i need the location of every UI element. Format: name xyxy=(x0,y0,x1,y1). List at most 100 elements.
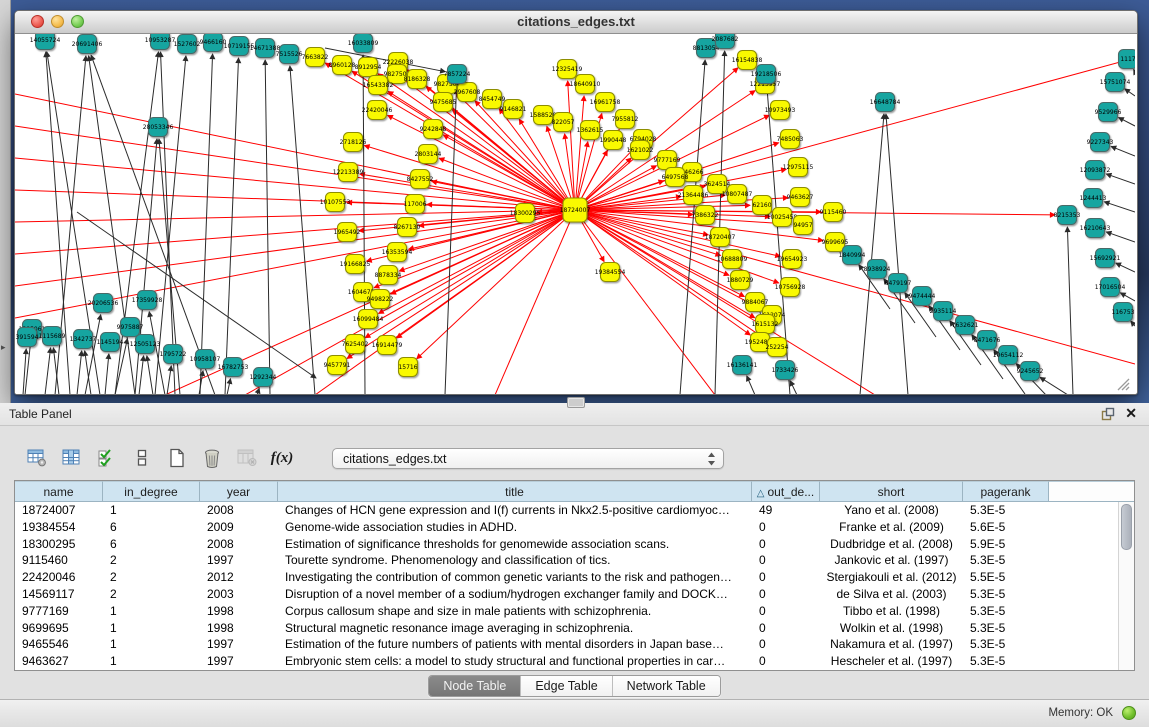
graph-node[interactable]: 10688809 xyxy=(717,250,748,269)
table-row[interactable]: 911546021997Tourette syndrome. Phenomeno… xyxy=(15,552,1134,569)
graph-node[interactable]: 8960128 xyxy=(329,56,356,75)
graph-node[interactable]: 22420046 xyxy=(362,101,393,120)
graph-node[interactable]: 10958107 xyxy=(190,350,221,369)
graph-node[interactable]: 1615132 xyxy=(752,315,779,334)
table-selector-dropdown[interactable]: citations_edges.txt xyxy=(332,448,724,469)
graph-node[interactable]: 252254 xyxy=(766,338,789,357)
new-table-icon[interactable] xyxy=(166,447,188,469)
table-scrollbar-thumb[interactable] xyxy=(1121,504,1132,550)
tab-edge-table[interactable]: Edge Table xyxy=(520,676,611,696)
graph-node[interactable]: 62160 xyxy=(752,196,771,215)
tab-network-table[interactable]: Network Table xyxy=(612,676,720,696)
graph-node[interactable]: 1292344 xyxy=(250,368,277,387)
graph-node[interactable]: 15751074 xyxy=(1100,73,1131,92)
graph-node[interactable]: 2967608 xyxy=(454,83,481,102)
table-header-row[interactable]: namein_degreeyeartitle△out_de...shortpag… xyxy=(15,481,1134,502)
column-header-out_de[interactable]: △out_de... xyxy=(752,481,820,502)
graph-node[interactable]: 16648784 xyxy=(870,93,901,112)
tab-node-table[interactable]: Node Table xyxy=(429,676,520,696)
graph-node[interactable]: 6479197 xyxy=(885,274,912,293)
graph-node[interactable]: 16210643 xyxy=(1080,219,1111,238)
graph-node[interactable]: 18720407 xyxy=(705,228,736,247)
graph-node[interactable]: 7515526 xyxy=(276,45,303,64)
graph-node[interactable]: 3624514 xyxy=(704,175,731,194)
graph-node[interactable]: 18724007 xyxy=(560,198,591,222)
graph-node[interactable]: 8267130 xyxy=(394,218,421,237)
table-row[interactable]: 977716911998Corpus callosum shape and si… xyxy=(15,603,1134,620)
graph-node[interactable]: 8454749 xyxy=(479,90,506,109)
graph-node[interactable]: 1588520 xyxy=(530,106,557,125)
graph-node[interactable]: 10719155 xyxy=(224,37,255,56)
column-header-title[interactable]: title xyxy=(278,481,752,502)
graph-node[interactable]: 19384554 xyxy=(595,263,626,282)
column-header-year[interactable]: year xyxy=(200,481,278,502)
graph-node[interactable]: 16782753 xyxy=(218,358,249,377)
table-row[interactable]: 946554611997Estimation of the future num… xyxy=(15,636,1134,653)
graph-node[interactable]: 7857224 xyxy=(444,65,471,84)
graph-node[interactable]: 12975115 xyxy=(783,158,814,177)
network-canvas[interactable]: 1872400776638228960128891295422226038982… xyxy=(15,34,1135,394)
graph-node[interactable]: 8938924 xyxy=(864,260,891,279)
graph-node[interactable]: 1733426 xyxy=(772,361,799,380)
table-row[interactable]: 2242004622012Investigating the contribut… xyxy=(15,569,1134,586)
graph-node[interactable]: 8471676 xyxy=(974,331,1001,350)
graph-node[interactable]: 1990448 xyxy=(600,131,627,150)
splitter-grip[interactable] xyxy=(567,397,585,408)
graph-node[interactable]: 1840994 xyxy=(839,246,866,265)
row-height-icon[interactable] xyxy=(131,447,153,469)
float-window-icon[interactable] xyxy=(1101,407,1115,421)
table-column-icon[interactable] xyxy=(61,447,83,469)
table-row[interactable]: 1938455462009Genome-wide association stu… xyxy=(15,519,1134,536)
graph-node[interactable]: 20691406 xyxy=(72,35,103,54)
graph-node[interactable]: 117006 xyxy=(404,195,427,214)
graph-node[interactable]: 12093872 xyxy=(1080,161,1111,180)
panel-divider-strip[interactable]: ▸ xyxy=(0,0,11,403)
graph-node[interactable]: 16136141 xyxy=(727,356,758,375)
graph-node[interactable]: 1145194 xyxy=(97,333,124,352)
graph-node[interactable]: 9242848 xyxy=(420,120,447,139)
graph-node[interactable]: 7485063 xyxy=(777,130,804,149)
graph-node[interactable]: 822057 xyxy=(552,113,575,132)
graph-node[interactable]: 10756928 xyxy=(775,278,806,297)
function-icon[interactable]: f(x) xyxy=(271,447,293,469)
graph-node[interactable]: 9466160 xyxy=(200,34,227,52)
graph-node[interactable]: 7386322 xyxy=(692,206,719,225)
graph-node[interactable]: 9227343 xyxy=(1087,133,1114,152)
graph-node[interactable]: 16353594 xyxy=(382,243,413,262)
graph-node[interactable]: 1965492 xyxy=(334,223,361,242)
graph-node[interactable]: 7663822 xyxy=(302,48,329,67)
graph-node[interactable]: 116753 xyxy=(1112,303,1135,322)
table-settings-icon[interactable] xyxy=(26,447,48,469)
graph-node[interactable]: 8878334 xyxy=(375,266,402,285)
column-header-short[interactable]: short xyxy=(820,481,963,502)
graph-node[interactable]: 7632621 xyxy=(952,316,979,335)
graph-node[interactable]: 8427552 xyxy=(407,170,434,189)
graph-node[interactable]: 8215353 xyxy=(1054,206,1081,225)
graph-node[interactable]: 2935114 xyxy=(930,302,957,321)
graph-node[interactable]: 1362615 xyxy=(577,121,604,140)
table-row[interactable]: 946362711997Embryonic stem cells: a mode… xyxy=(15,653,1134,670)
graph-node[interactable]: 28053346 xyxy=(143,118,174,137)
graph-node[interactable]: 9457791 xyxy=(324,356,351,375)
select-rows-icon[interactable] xyxy=(96,447,118,469)
graph-node[interactable]: 9475685 xyxy=(430,93,457,112)
graph-node[interactable]: 2718126 xyxy=(340,133,367,152)
graph-node[interactable]: 1342737 xyxy=(70,330,97,349)
graph-node[interactable]: 9975887 xyxy=(117,318,144,337)
graph-node[interactable]: 94957 xyxy=(793,216,812,235)
graph-node[interactable]: 9245652 xyxy=(1017,362,1044,381)
table-row[interactable]: 1830029562008Estimation of significance … xyxy=(15,536,1134,553)
graph-node[interactable]: 1795722 xyxy=(160,345,187,364)
graph-node[interactable]: 21364486 xyxy=(678,186,709,205)
graph-node[interactable]: 1880729 xyxy=(727,271,754,290)
delete-icon[interactable] xyxy=(201,447,223,469)
graph-node[interactable]: 1527602 xyxy=(174,35,201,54)
graph-node[interactable]: 7625402 xyxy=(342,335,369,354)
graph-node[interactable]: 9777169 xyxy=(654,151,681,170)
graph-node[interactable]: 7955812 xyxy=(612,110,639,129)
column-header-name[interactable]: name xyxy=(15,481,103,502)
graph-node[interactable]: 9463627 xyxy=(787,188,814,207)
graph-node[interactable]: 9498222 xyxy=(367,290,394,309)
graph-node[interactable]: 14055724 xyxy=(30,34,61,50)
graph-node[interactable]: 19654923 xyxy=(777,250,808,269)
